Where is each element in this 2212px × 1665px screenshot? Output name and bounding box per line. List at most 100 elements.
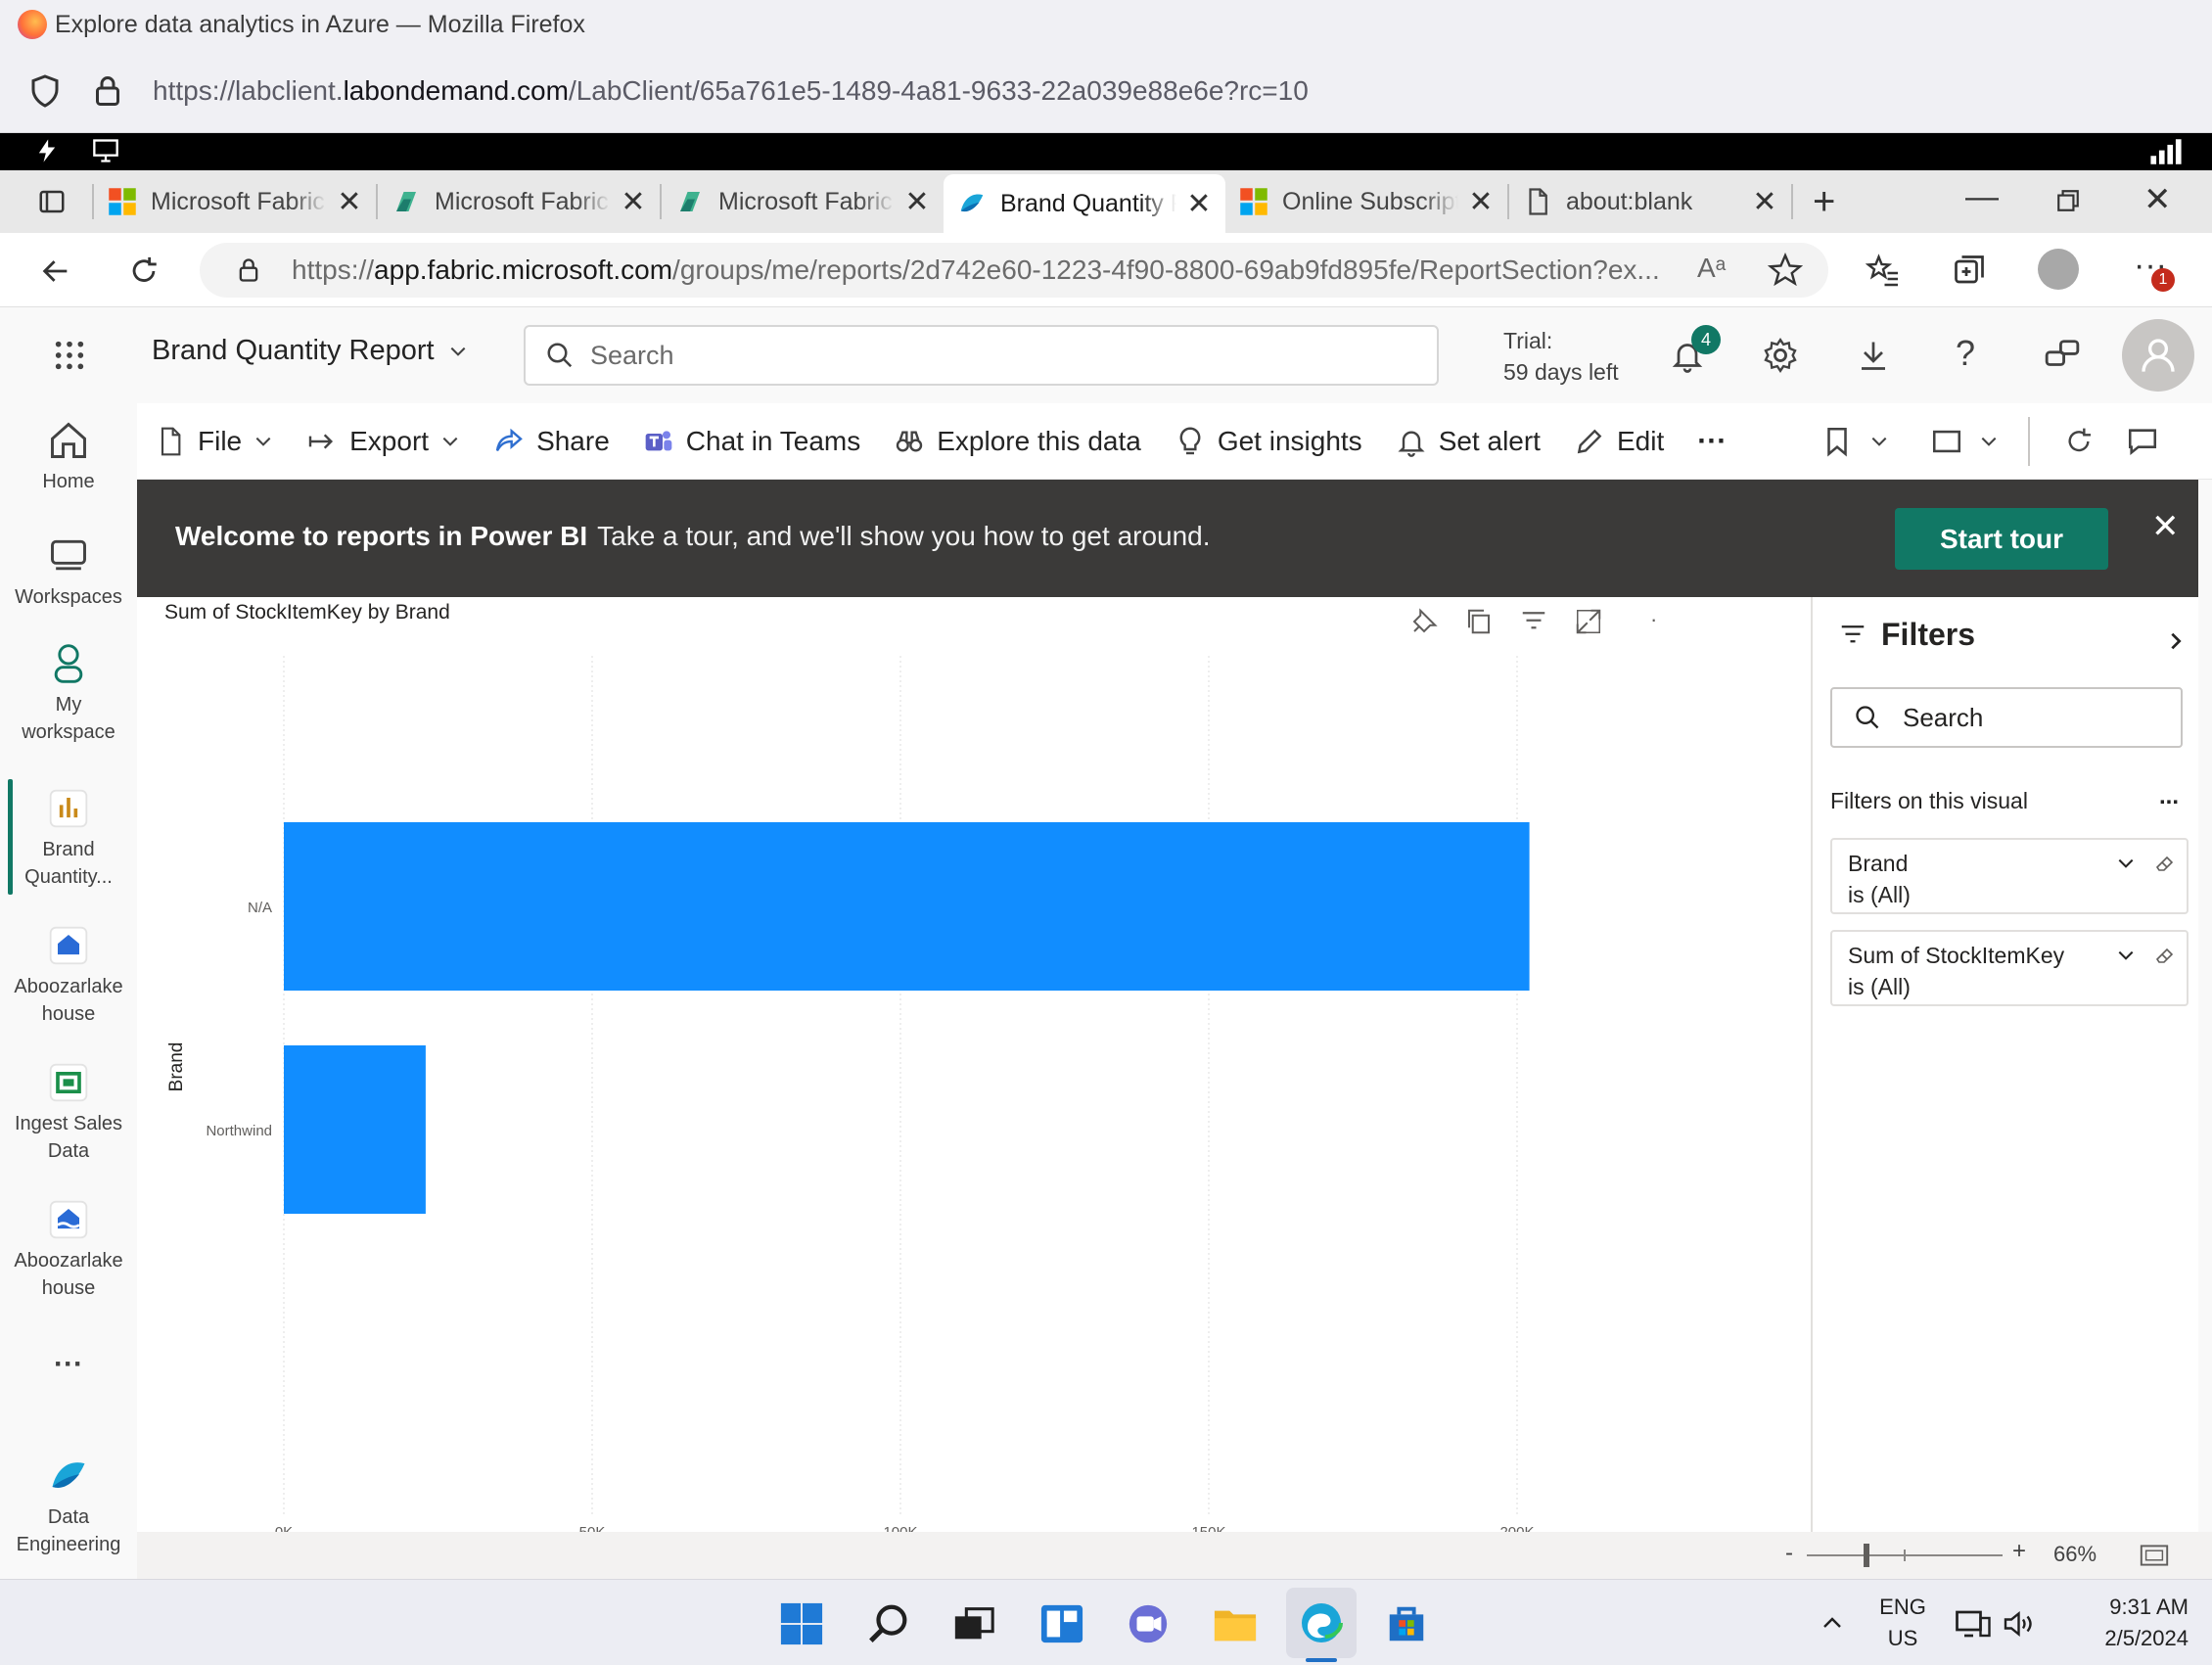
chevron-up-icon[interactable]	[1819, 1611, 1846, 1635]
chevron-down-icon[interactable]	[2116, 854, 2136, 873]
tab-about-blank[interactable]: about:blank ✕	[1509, 176, 1791, 227]
profile-avatar[interactable]	[2038, 249, 2079, 290]
filter-card-sum-stockitemkey[interactable]: Sum of StockItemKey is (All)	[1830, 930, 2189, 1006]
volume-icon[interactable]	[2003, 1609, 2038, 1639]
teams-chat-icon[interactable]	[1126, 1601, 1171, 1646]
monitor-icon[interactable]	[90, 137, 121, 164]
export-menu[interactable]: Export	[306, 426, 460, 457]
explore-data-button[interactable]: Explore this data	[894, 426, 1141, 457]
fabric-icon	[396, 192, 416, 211]
nav-home[interactable]: Home	[0, 419, 137, 495]
gear-icon[interactable]	[1762, 337, 1799, 374]
store-icon[interactable]	[1384, 1601, 1429, 1646]
refresh-icon[interactable]	[127, 254, 161, 288]
filter-search-input[interactable]: Search	[1830, 687, 2183, 748]
filter-card-brand[interactable]: Brand is (All)	[1830, 838, 2189, 914]
nav-brand-quantity[interactable]: Brand Quantity...	[0, 787, 137, 891]
nav-my-workspace[interactable]: My workspace	[0, 642, 137, 746]
global-search-input[interactable]: Search	[524, 325, 1439, 386]
chevron-down-icon[interactable]	[1979, 432, 1999, 451]
close-icon[interactable]: ✕	[2151, 507, 2180, 546]
restore-icon[interactable]	[2055, 188, 2081, 213]
language-indicator[interactable]: ENG US	[1871, 1592, 1934, 1654]
nav-data-engineering[interactable]: Data Engineering	[0, 1455, 137, 1558]
tab-brand-quantity-report[interactable]: Brand Quantity Report ✕	[944, 174, 1225, 233]
chevron-down-icon[interactable]	[1869, 432, 1889, 451]
network-icon[interactable]	[1956, 1609, 1991, 1639]
tab-microsoft-fabric-3[interactable]: Microsoft Fabric ✕	[662, 176, 944, 227]
filter-field: Sum of StockItemKey	[1848, 943, 2065, 968]
tab-microsoft-fabric-1[interactable]: Microsoft Fabric ✕	[94, 176, 376, 227]
edge-url-field[interactable]: https://app.fabric.microsoft.com/groups/…	[200, 243, 1828, 298]
toolbar-more-icon[interactable]: ···	[1697, 425, 1727, 458]
zoom-slider-thumb[interactable]	[1864, 1544, 1869, 1567]
report-title-dropdown[interactable]: Brand Quantity Report	[152, 335, 468, 367]
tab-online-subscription[interactable]: Online Subscription ✕	[1225, 176, 1507, 227]
share-button[interactable]: Share	[493, 426, 610, 457]
start-tour-button[interactable]: Start tour	[1895, 508, 2108, 570]
firefox-address-bar[interactable]: https://labclient.labondemand.com/LabCli…	[0, 49, 2212, 133]
new-tab-icon[interactable]: +	[1813, 180, 1835, 224]
notification-badge: 4	[1691, 325, 1721, 354]
back-arrow-icon[interactable]	[39, 254, 72, 288]
favorite-add-icon[interactable]	[1768, 253, 1803, 288]
firefox-icon	[18, 10, 47, 39]
set-alert-button[interactable]: Set alert	[1396, 426, 1541, 457]
tab-microsoft-fabric-2[interactable]: Microsoft Fabric ✕	[378, 176, 660, 227]
view-icon[interactable]	[1930, 425, 1963, 458]
nav-ingest-sales-data[interactable]: Ingest Sales Data	[0, 1061, 137, 1165]
windows-start-icon[interactable]	[779, 1601, 824, 1646]
clock[interactable]: 9:31 AM 2/5/2024	[2055, 1592, 2189, 1654]
help-icon[interactable]: ?	[1956, 333, 1975, 374]
firefox-url-text[interactable]: https://labclient.labondemand.com/LabCli…	[153, 75, 1309, 107]
widgets-icon[interactable]	[1039, 1601, 1084, 1646]
refresh-icon[interactable]	[2063, 426, 2095, 457]
task-view-icon[interactable]	[951, 1601, 996, 1646]
read-aloud-icon[interactable]: Aᵃ	[1697, 253, 1726, 284]
close-tab-icon[interactable]: ✕	[1468, 185, 1494, 219]
get-insights-button[interactable]: Get insights	[1175, 426, 1362, 457]
nav-more-icon[interactable]: ···	[0, 1350, 137, 1379]
collections-icon[interactable]	[1952, 253, 1987, 288]
minimize-icon[interactable]: —	[1965, 178, 1999, 216]
nav-label: Brand	[42, 839, 95, 860]
bookmark-icon[interactable]	[1820, 425, 1854, 458]
tab-label: Microsoft Fabric	[151, 187, 325, 215]
chat-in-teams-button[interactable]: Chat in Teams	[643, 426, 860, 457]
section-more-icon[interactable]: ...	[2159, 783, 2179, 810]
edit-button[interactable]: Edit	[1574, 426, 1664, 457]
file-explorer-icon[interactable]	[1212, 1601, 1259, 1646]
zoom-in-button[interactable]: +	[2012, 1538, 2026, 1565]
file-menu[interactable]: File	[155, 426, 273, 457]
edge-icon[interactable]	[1298, 1599, 1345, 1646]
file-icon	[161, 427, 181, 455]
fit-to-page-icon[interactable]	[2140, 1544, 2169, 1567]
close-window-icon[interactable]: ✕	[2143, 180, 2172, 219]
close-tab-icon[interactable]: ✕	[904, 185, 930, 219]
tab-actions-icon[interactable]	[37, 187, 67, 216]
close-tab-icon[interactable]: ✕	[621, 185, 646, 219]
app-launcher-icon[interactable]	[53, 339, 86, 372]
nav-aboozar-lakehouse-1[interactable]: Aboozarlake house	[0, 924, 137, 1028]
comment-icon[interactable]	[2126, 425, 2159, 458]
eraser-icon[interactable]	[2153, 852, 2177, 875]
search-icon[interactable]	[867, 1601, 912, 1646]
close-tab-icon[interactable]: ✕	[1752, 185, 1777, 219]
eraser-icon[interactable]	[2153, 944, 2177, 967]
favorites-icon[interactable]	[1866, 253, 1901, 288]
nav-workspaces[interactable]: Workspaces	[0, 534, 137, 611]
chevron-down-icon[interactable]	[2116, 946, 2136, 965]
user-avatar[interactable]	[2122, 319, 2194, 392]
close-tab-icon[interactable]: ✕	[337, 185, 362, 219]
feedback-icon[interactable]	[2044, 337, 2081, 374]
nav-label: Home	[42, 471, 95, 492]
zoom-out-button[interactable]: -	[1785, 1540, 1793, 1567]
lightning-icon[interactable]	[33, 137, 61, 164]
nav-aboozar-lakehouse-2[interactable]: Aboozarlake house	[0, 1198, 137, 1302]
chevron-right-icon[interactable]	[2165, 630, 2187, 652]
close-tab-icon[interactable]: ✕	[1186, 187, 1212, 221]
person-icon	[54, 644, 83, 683]
download-icon[interactable]	[1856, 337, 1891, 374]
window-title: Explore data analytics in Azure — Mozill…	[55, 10, 585, 38]
url-path: /groups/me/reports/2d742e60-1223-4f90-88…	[672, 254, 1660, 285]
